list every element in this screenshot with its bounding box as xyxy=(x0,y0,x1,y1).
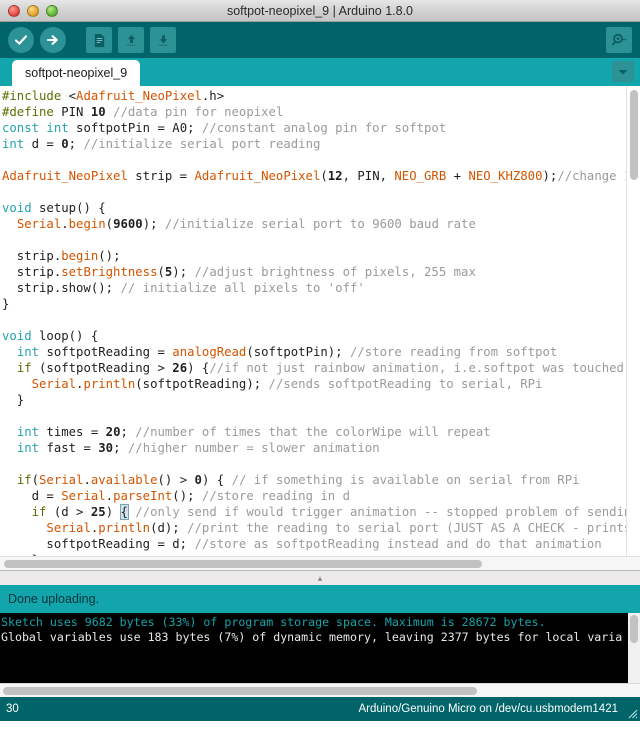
console-horizontal-scroll-thumb[interactable] xyxy=(3,687,477,695)
code-line: d = Serial.parseInt(); //store reading i… xyxy=(2,489,350,503)
window-controls xyxy=(0,4,58,17)
sketch-tabstrip: softpot-neopixel_9 xyxy=(0,58,640,86)
code-line: Serial.println(d); //print the reading t… xyxy=(46,521,626,535)
code-line: #define PIN 10 //data pin for neopixel xyxy=(2,105,284,119)
resize-grip-icon[interactable] xyxy=(626,707,638,719)
code-line: void setup() { xyxy=(2,201,106,215)
zoom-button[interactable] xyxy=(46,4,58,17)
console-output[interactable]: Sketch uses 9682 bytes (33%) of program … xyxy=(0,613,640,683)
save-sketch-button[interactable] xyxy=(150,27,176,53)
sketch-tab-softpot-neopixel-9[interactable]: softpot-neopixel_9 xyxy=(12,60,141,86)
code-line: Serial.println(softpotReading); //sends … xyxy=(31,377,543,391)
console-vertical-scroll-thumb[interactable] xyxy=(630,615,638,643)
editor-console-divider[interactable]: ▴ xyxy=(0,571,640,585)
arrow-up-icon xyxy=(126,34,136,46)
minimize-button[interactable] xyxy=(27,4,39,17)
tab-label: softpot-neopixel_9 xyxy=(25,66,128,80)
code-line: int times = 20; //number of times that t… xyxy=(16,425,491,439)
board-port-info: Arduino/Genuino Micro on /dev/cu.usbmode… xyxy=(358,703,618,715)
code-line: strip.setBrightness(5); //adjust brightn… xyxy=(2,265,476,279)
code-line: } xyxy=(2,297,10,311)
code-line: strip.show(); // initialize all pixels t… xyxy=(2,281,365,295)
arduino-ide-window: softpot-neopixel_9 | Arduino 1.8.0 softp… xyxy=(0,0,640,732)
new-document-icon xyxy=(94,33,104,47)
new-sketch-button[interactable] xyxy=(86,27,112,53)
code-editor[interactable]: #include <Adafruit_NeoPixel.h> #define PI… xyxy=(0,86,640,571)
cursor-line-number: 30 xyxy=(6,703,19,715)
arrow-down-icon xyxy=(158,34,168,46)
code-line: int d = 0; //initialize serial port read… xyxy=(2,137,321,151)
code-line: if (d > 25) { //only send if would trigg… xyxy=(31,504,626,520)
code-line: Adafruit_NeoPixel strip = Adafruit_NeoPi… xyxy=(2,169,626,183)
arrow-right-icon xyxy=(46,35,58,45)
magnifier-icon xyxy=(612,33,627,46)
code-line: if(Serial.available() > 0) { // if somet… xyxy=(16,473,580,487)
editor-horizontal-scroll-thumb[interactable] xyxy=(4,560,482,568)
window-title: softpot-neopixel_9 | Arduino 1.8.0 xyxy=(226,3,414,18)
editor-vertical-scrollbar[interactable] xyxy=(626,86,640,556)
status-message-text: Done uploading. xyxy=(8,592,100,606)
code-line: Serial.begin(9600); //initialize serial … xyxy=(16,217,476,231)
code-line: void loop() { xyxy=(2,329,99,343)
upload-button[interactable] xyxy=(40,27,66,53)
checkmark-icon xyxy=(14,35,28,45)
code-line: #include <Adafruit_NeoPixel.h> xyxy=(2,89,225,103)
code-line: strip.begin(); xyxy=(2,249,121,263)
chevron-down-icon xyxy=(618,69,628,74)
tab-menu-button[interactable] xyxy=(612,61,634,82)
status-message-bar: Done uploading. xyxy=(0,585,640,613)
console-horizontal-scrollbar[interactable] xyxy=(0,683,640,697)
editor-vertical-scroll-thumb[interactable] xyxy=(630,90,638,180)
console-line: Global variables use 183 bytes (7%) of d… xyxy=(1,630,623,644)
verify-button[interactable] xyxy=(8,27,34,53)
code-line: const int softpotPin = A0; //constant an… xyxy=(2,121,447,135)
serial-monitor-button[interactable] xyxy=(606,27,632,53)
code-line: int fast = 30; //higher number = slower … xyxy=(16,441,380,455)
main-toolbar xyxy=(0,22,640,58)
console-vertical-scrollbar[interactable] xyxy=(628,613,640,683)
window-titlebar: softpot-neopixel_9 | Arduino 1.8.0 xyxy=(0,0,640,22)
code-text[interactable]: #include <Adafruit_NeoPixel.h> #define PI… xyxy=(0,86,626,556)
close-button[interactable] xyxy=(8,4,20,17)
divider-grip-icon: ▴ xyxy=(317,572,323,583)
code-line: int softpotReading = analogRead(softpotP… xyxy=(16,345,558,359)
open-sketch-button[interactable] xyxy=(118,27,144,53)
code-line: } xyxy=(2,393,25,407)
code-line: if (softpotReading > 26) {//if not just … xyxy=(16,361,624,375)
editor-horizontal-scrollbar[interactable] xyxy=(0,556,640,570)
code-line: softpotReading = d; //store as softpotRe… xyxy=(2,537,602,551)
console-line: Sketch uses 9682 bytes (33%) of program … xyxy=(1,615,546,629)
bottom-statusbar: 30 Arduino/Genuino Micro on /dev/cu.usbm… xyxy=(0,697,640,721)
